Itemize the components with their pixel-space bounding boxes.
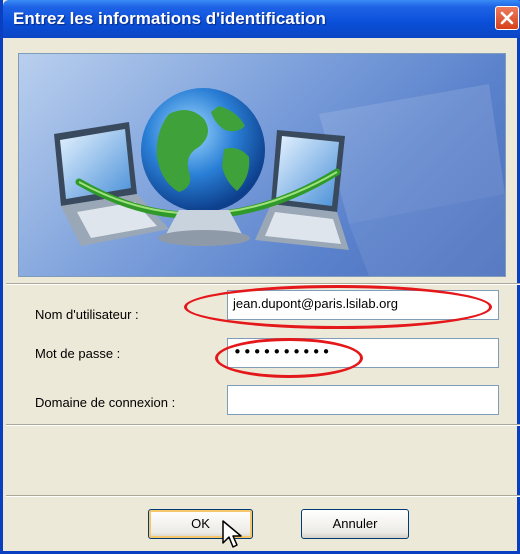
globe-network-icon — [54, 84, 505, 276]
password-label: Mot de passe : — [35, 346, 121, 361]
separator — [6, 283, 520, 285]
separator — [6, 495, 520, 497]
credentials-dialog: Entrez les informations d'identification — [0, 0, 520, 554]
username-label: Nom d'utilisateur : — [35, 307, 139, 322]
title-bar[interactable]: Entrez les informations d'identification — [3, 0, 520, 38]
domain-field[interactable] — [227, 385, 499, 415]
network-banner — [18, 53, 506, 277]
close-button[interactable] — [495, 6, 519, 30]
close-icon — [500, 11, 514, 25]
mouse-cursor-icon — [222, 520, 242, 548]
separator — [6, 424, 520, 426]
password-field[interactable]: •••••••••• — [227, 338, 499, 368]
username-field[interactable]: jean.dupont@paris.lsilab.org — [227, 290, 499, 320]
domain-label: Domaine de connexion : — [35, 395, 176, 410]
window-title: Entrez les informations d'identification — [13, 9, 326, 28]
cancel-button[interactable]: Annuler — [301, 509, 409, 539]
